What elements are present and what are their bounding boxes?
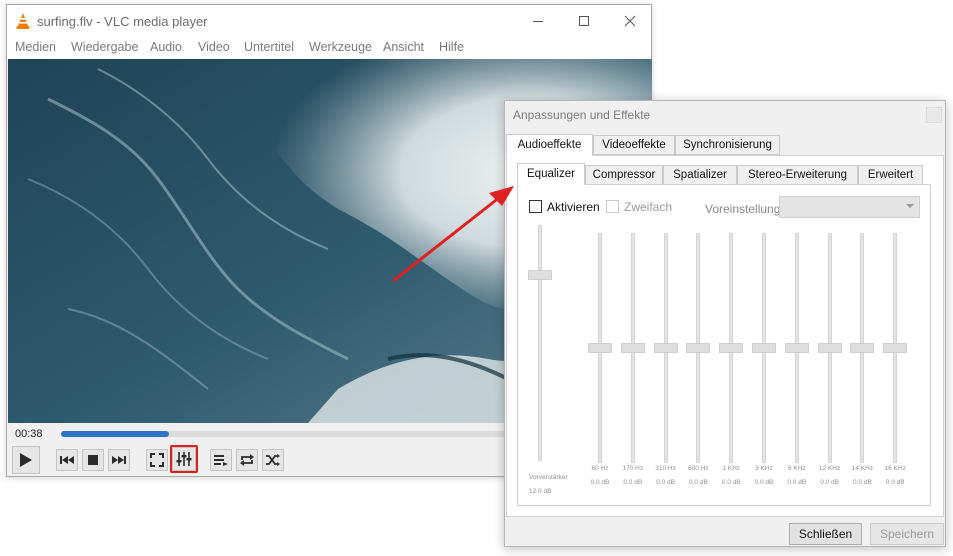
play-button[interactable] [12,446,40,474]
next-icon [112,456,126,464]
save-button[interactable]: Speichern [870,523,944,545]
eq-band-slider[interactable]: 1 KHz 0.0 dB [719,233,744,493]
close-icon [624,15,636,27]
eq-band-thumb[interactable] [719,343,744,353]
menu-medien[interactable]: Medien [15,40,56,54]
playlist-icon [214,455,228,466]
eq-band-slider[interactable]: 14 KHz 0.0 dB [850,233,875,493]
preset-select[interactable] [779,196,920,218]
eq-band-thumb[interactable] [752,343,776,353]
play-icon [20,453,32,467]
eq-band-slider[interactable]: 170 Hz 0.0 dB [620,233,645,493]
eq-band-slider[interactable]: 12 KHz 0.0 dB [817,233,842,493]
tab-compressor[interactable]: Compressor [585,165,663,185]
preamp-slider[interactable] [528,225,552,465]
loop-button[interactable] [236,449,258,471]
tab-stereo-widener[interactable]: Stereo-Erweiterung [737,165,858,185]
eq-band-slider[interactable]: 600 Hz 0.0 dB [686,233,711,493]
preamp-value: 12.0 dB [529,488,552,495]
twopass-checkbox[interactable] [606,200,619,213]
title-bar: surfing.flv - VLC media player [7,5,651,37]
eq-band-frequency: 16 KHz [884,465,906,472]
shuffle-icon [266,454,280,466]
loop-icon [240,454,254,466]
tab-advanced[interactable]: Erweitert [858,165,923,185]
effects-dialog: Anpassungen und Effekte Audioeffekte Vid… [504,100,946,547]
eq-band-slider[interactable]: 16 KHz 0.0 dB [883,233,908,493]
playlist-button[interactable] [210,449,232,471]
close-button[interactable] [607,5,653,37]
stop-button[interactable] [82,449,104,471]
next-button[interactable] [108,449,130,471]
dialog-title: Anpassungen und Effekte [513,108,651,122]
fullscreen-icon [150,453,164,467]
enable-checkbox[interactable] [529,200,542,213]
elapsed-time: 00:38 [15,428,43,440]
previous-button[interactable] [56,449,78,471]
eq-band-thumb[interactable] [784,343,809,353]
vlc-cone-icon [16,13,30,29]
maximize-button[interactable] [561,5,607,37]
preset-label: Voreinstellung [705,202,781,216]
shuffle-button[interactable] [262,449,284,471]
eq-band-slider[interactable]: 310 Hz 0.0 dB [653,233,678,493]
tab-synchronization[interactable]: Synchronisierung [675,135,780,155]
tab-video-effects[interactable]: Videoeffekte [593,135,675,155]
close-dialog-button[interactable]: Schließen [789,523,862,545]
menu-hilfe[interactable]: Hilfe [439,40,464,54]
window-title: surfing.flv - VLC media player [37,14,208,29]
eq-band-thumb[interactable] [883,343,908,353]
chevron-down-icon [906,204,914,208]
enable-label: Aktivieren [547,200,600,214]
menu-ansicht[interactable]: Ansicht [383,40,424,54]
seek-progress [61,431,169,437]
eq-band-slider[interactable]: 60 Hz 0.0 dB [588,233,612,493]
menu-video[interactable]: Video [198,40,230,54]
audio-effects-pane: Equalizer Compressor Spatializer Stereo-… [506,155,944,517]
tab-spatializer[interactable]: Spatializer [663,165,737,185]
equalizer-panel: Aktivieren Zweifach Voreinstellung Vorve… [517,184,931,506]
dialog-close-button[interactable] [926,107,942,123]
twopass-label: Zweifach [624,200,673,214]
eq-band-thumb[interactable] [817,343,842,353]
eq-band-slider[interactable]: 6 KHz 0.0 dB [784,233,809,493]
eq-band-thumb[interactable] [850,343,875,353]
highlight-box [170,445,198,473]
menu-wiedergabe[interactable]: Wiedergabe [71,40,138,54]
eq-band-thumb[interactable] [588,343,612,353]
eq-band-thumb[interactable] [653,343,678,353]
eq-band-value: 0.0 dB [885,479,905,486]
preamp-label: Vorverstärker [529,474,568,481]
maximize-icon [579,16,589,26]
seek-bar[interactable] [61,431,551,437]
fullscreen-button[interactable] [146,449,168,471]
tab-equalizer[interactable]: Equalizer [517,163,585,185]
menu-audio[interactable]: Audio [150,40,182,54]
previous-icon [60,456,74,464]
eq-band-thumb[interactable] [686,343,711,353]
eq-band-slider[interactable]: 3 KHz 0.0 dB [752,233,776,493]
menu-bar: Medien Wiedergabe Audio Video Untertitel… [7,37,651,59]
minimize-button[interactable] [515,5,561,37]
menu-untertitel[interactable]: Untertitel [244,40,294,54]
stop-icon [88,455,98,465]
menu-werkzeuge[interactable]: Werkzeuge [309,40,372,54]
minimize-icon [533,21,543,22]
preamp-thumb[interactable] [528,270,552,280]
eq-band-thumb[interactable] [620,343,645,353]
preamp-track [538,225,542,461]
tab-audio-effects[interactable]: Audioeffekte [506,134,593,156]
